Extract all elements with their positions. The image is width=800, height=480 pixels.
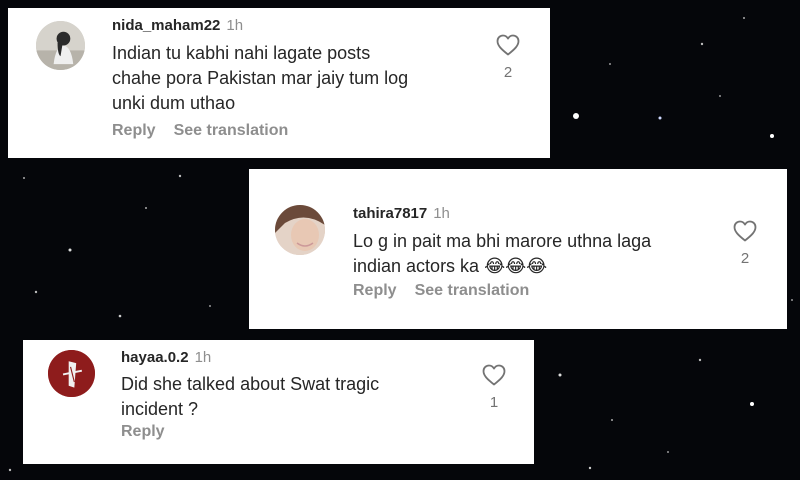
comment-text: Did she talked about Swat tragic inciden… xyxy=(121,372,441,422)
reply-button[interactable]: Reply xyxy=(121,423,165,440)
comment-line: Did she talked about Swat tragic xyxy=(121,374,380,394)
avatar[interactable] xyxy=(275,205,325,255)
heart-icon[interactable] xyxy=(496,34,520,56)
timestamp: 1h xyxy=(194,349,212,366)
like-count: 1 xyxy=(489,394,499,411)
comment-text: Indian tu kabhi nahi lagate posts chahe … xyxy=(112,41,472,116)
comment-line: indian actors ka 😂😂😂 xyxy=(353,256,548,276)
see-translation-button[interactable]: See translation xyxy=(174,122,289,139)
heart-icon[interactable] xyxy=(482,364,506,386)
avatar[interactable] xyxy=(36,21,85,70)
like-control: 1 xyxy=(481,364,507,411)
comment-line: incident ? xyxy=(121,399,199,419)
username[interactable]: nida_maham22 xyxy=(112,17,220,34)
comment-header: hayaa.0.2 1h xyxy=(121,349,211,366)
comment-header: nida_maham22 1h xyxy=(112,17,243,34)
comment-card: tahira7817 1h Lo g in pait ma bhi marore … xyxy=(249,169,787,329)
comment-actions: Reply See translation xyxy=(112,122,306,140)
comment-line: unki dum uthao xyxy=(112,93,236,113)
like-count: 2 xyxy=(740,250,750,267)
comment-header: tahira7817 1h xyxy=(353,205,450,222)
username[interactable]: hayaa.0.2 xyxy=(121,349,189,366)
comment-card: hayaa.0.2 1h Did she talked about Swat tr… xyxy=(23,340,534,464)
comment-line: Lo g in pait ma bhi marore uthna laga xyxy=(353,231,652,251)
timestamp: 1h xyxy=(226,17,244,34)
reply-button[interactable]: Reply xyxy=(353,282,397,299)
like-control: 2 xyxy=(495,34,521,81)
comment-text: Lo g in pait ma bhi marore uthna laga in… xyxy=(353,229,713,279)
heart-icon[interactable] xyxy=(733,220,757,242)
like-count: 2 xyxy=(503,64,513,81)
comment-line: Indian tu kabhi nahi lagate posts xyxy=(112,43,371,63)
reply-button[interactable]: Reply xyxy=(112,122,156,139)
comment-actions: Reply See translation xyxy=(353,282,547,300)
like-control: 2 xyxy=(732,220,758,267)
comment-card: nida_maham22 1h Indian tu kabhi nahi laga… xyxy=(8,8,550,158)
see-translation-button[interactable]: See translation xyxy=(415,282,530,299)
username[interactable]: tahira7817 xyxy=(353,205,427,222)
comment-actions: Reply xyxy=(121,423,183,441)
timestamp: 1h xyxy=(433,205,450,222)
avatar[interactable] xyxy=(48,350,95,397)
comment-line: chahe pora Pakistan mar jaiy tum log xyxy=(112,68,409,88)
